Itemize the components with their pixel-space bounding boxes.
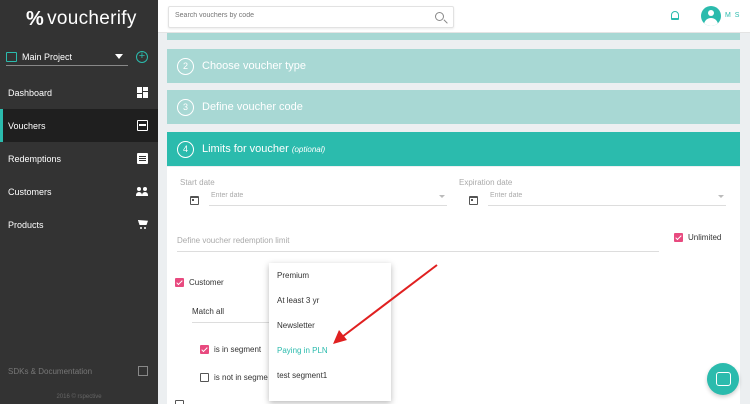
project-selector[interactable]: Main Project +: [0, 38, 158, 76]
step-number: 4: [177, 140, 194, 158]
is-in-segment-label: is in segment: [214, 345, 262, 354]
avatar[interactable]: [701, 6, 721, 26]
sidebar-item-label: Vouchers: [8, 120, 46, 131]
start-date-label: Start date: [180, 178, 215, 187]
customer-label: Customer: [189, 278, 224, 287]
dropdown-option-selected[interactable]: Paying in PLN: [269, 338, 391, 363]
chevron-down-icon[interactable]: [115, 54, 123, 59]
sidebar: % voucherify Main Project + Dashboard Vo…: [0, 0, 158, 404]
bell-icon[interactable]: [671, 11, 679, 20]
start-date-placeholder: Enter date: [211, 192, 244, 199]
cart-icon: [137, 219, 148, 230]
is-not-in-segment-label: is not in segme: [214, 373, 268, 382]
calendar-icon[interactable]: [469, 196, 478, 205]
divider: [6, 65, 128, 66]
sidebar-item-label: Dashboard: [8, 87, 53, 98]
expiration-date-label: Expiration date: [459, 178, 513, 187]
is-in-segment-checkbox[interactable]: [200, 345, 209, 354]
sidebar-item-products[interactable]: Products: [0, 208, 158, 241]
chevron-down-icon: [439, 195, 445, 198]
step-number: 3: [177, 98, 194, 116]
step-choose-voucher-type[interactable]: 2 Choose voucher type: [167, 49, 740, 83]
unlimited-label: Unlimited: [688, 233, 722, 242]
step-label: Choose voucher type: [202, 60, 306, 72]
redemption-limit-placeholder: Define voucher redemption limit: [177, 236, 290, 245]
match-value: Match all: [192, 307, 225, 316]
main-content: 2 Choose voucher type 3 Define voucher c…: [158, 33, 750, 404]
step-label: Define voucher code: [202, 101, 303, 113]
copyright: 2016 © rspective: [56, 394, 102, 400]
list-icon: [137, 153, 148, 164]
redemption-limit-input[interactable]: Define voucher redemption limit: [177, 236, 659, 252]
step-1-bottom: [167, 33, 740, 40]
dropdown-option[interactable]: Premium: [269, 263, 391, 288]
next-condition-checkbox[interactable]: [175, 400, 184, 404]
limits-panel: Start date Enter date Expiration date En…: [167, 167, 740, 404]
step-label: Limits for voucher: [202, 143, 289, 155]
sidebar-item-customers[interactable]: Customers: [0, 175, 158, 208]
step-number: 2: [177, 57, 194, 75]
user-initials[interactable]: M S: [725, 12, 740, 19]
customer-checkbox[interactable]: [175, 278, 184, 287]
search-box[interactable]: [168, 6, 454, 28]
unlimited-checkbox[interactable]: [674, 233, 683, 242]
search-icon[interactable]: [435, 12, 444, 21]
sdk-docs-label: SDKs & Documentation: [8, 366, 93, 376]
voucher-icon: [137, 120, 148, 131]
project-icon: [6, 52, 17, 62]
is-not-in-segment-checkbox[interactable]: [200, 373, 209, 382]
logo-symbol: %: [26, 7, 45, 30]
app-logo[interactable]: % voucherify: [0, 0, 158, 38]
segment-dropdown: Premium At least 3 yr Newsletter Paying …: [269, 263, 391, 401]
dropdown-option[interactable]: At least 3 yr: [269, 288, 391, 313]
logo-text: voucherify: [47, 8, 137, 29]
optional-label: (optional): [291, 144, 326, 154]
step-limits-for-voucher[interactable]: 4 Limits for voucher (optional): [167, 132, 740, 166]
docs-icon: [138, 366, 148, 376]
start-date-input[interactable]: Enter date: [209, 192, 447, 206]
calendar-icon[interactable]: [190, 196, 199, 205]
sidebar-item-vouchers[interactable]: Vouchers: [0, 109, 158, 142]
dropdown-option[interactable]: Newsletter: [269, 313, 391, 338]
top-bar: M S: [158, 0, 750, 33]
sidebar-item-label: Redemptions: [8, 153, 62, 164]
chevron-down-icon: [718, 195, 724, 198]
search-input[interactable]: [175, 12, 425, 19]
project-name: Main Project: [22, 52, 73, 62]
people-icon: [136, 186, 148, 197]
sidebar-item-label: Products: [8, 219, 44, 230]
sidebar-item-dashboard[interactable]: Dashboard: [0, 76, 158, 109]
step-define-voucher-code[interactable]: 3 Define voucher code: [167, 90, 740, 124]
sdk-docs-link[interactable]: SDKs & Documentation: [8, 366, 148, 376]
chat-icon[interactable]: [707, 363, 739, 395]
add-project-icon[interactable]: +: [136, 51, 148, 63]
sidebar-item-label: Customers: [8, 186, 52, 197]
dashboard-icon: [137, 87, 148, 98]
expiration-date-placeholder: Enter date: [490, 192, 523, 199]
expiration-date-input[interactable]: Enter date: [488, 192, 726, 206]
dropdown-option[interactable]: test segment1: [269, 363, 391, 388]
sidebar-item-redemptions[interactable]: Redemptions: [0, 142, 158, 175]
